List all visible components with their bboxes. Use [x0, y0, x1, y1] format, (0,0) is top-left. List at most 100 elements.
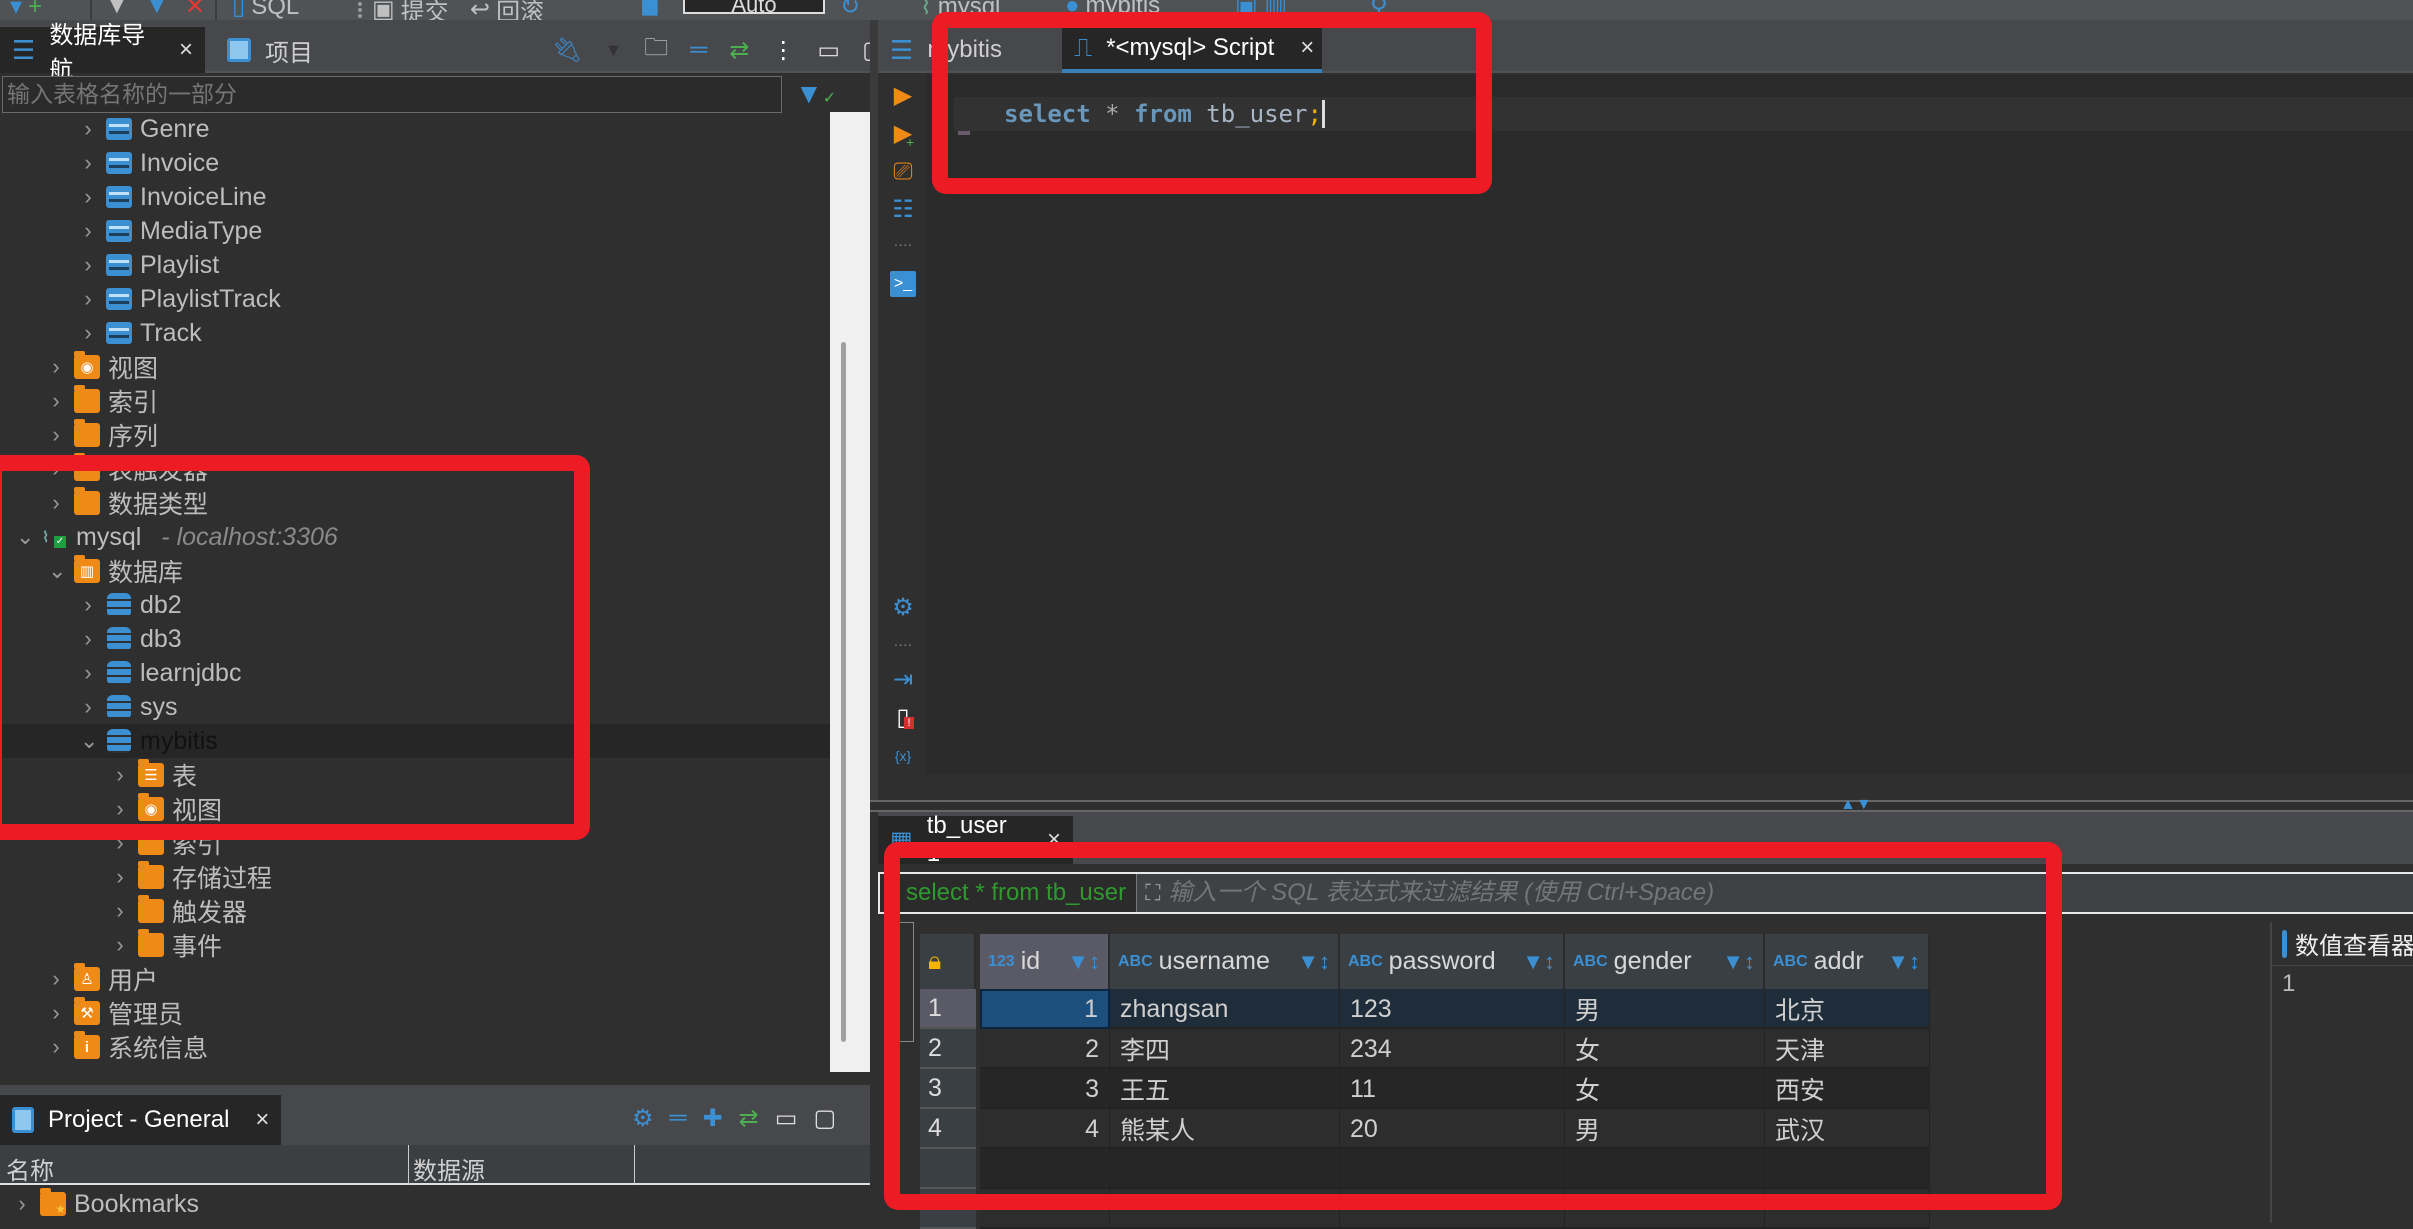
add-icon[interactable]: ✚ [703, 1104, 723, 1133]
minimize-icon[interactable]: ▭ [817, 36, 840, 65]
column-datasource[interactable]: 数据源 [413, 1151, 485, 1186]
tree-item[interactable]: ›触发器 [0, 894, 830, 928]
sql-code-editor[interactable]: select * from tb_user; ◂ [926, 75, 2413, 775]
tree-item[interactable]: ›i系统信息 [0, 1030, 830, 1064]
problems-icon[interactable]: ▯! [890, 705, 916, 731]
tree-item[interactable]: ›PlaylistTrack [0, 282, 830, 316]
table-cell[interactable] [1565, 1189, 1765, 1229]
commit-button[interactable]: ▣提交 [372, 0, 449, 20]
link-with-editor-icon[interactable]: ⇄ [729, 36, 749, 65]
grid-side-panel-toggle[interactable] [886, 922, 914, 1042]
table-cell[interactable]: 李四 [1110, 1029, 1340, 1069]
chevron-down-icon[interactable]: ⌄ [48, 558, 64, 584]
scrollbar-thumb[interactable] [841, 342, 846, 1042]
expand-icon[interactable]: ⛶ [1137, 880, 1168, 906]
row-number[interactable]: 4 [920, 1109, 976, 1149]
filter-sort-icon[interactable]: ▼↕ [1887, 949, 1920, 975]
tree-item[interactable]: ›序列 [0, 418, 830, 452]
table-row[interactable] [980, 1189, 1930, 1229]
column-header-id[interactable]: 123id▼↕ [980, 934, 1110, 989]
chevron-right-icon[interactable]: › [80, 320, 96, 346]
active-connection-selector[interactable]: ⌇mysql [920, 0, 1000, 20]
table-cell[interactable]: 熊某人 [1110, 1109, 1340, 1149]
tab-mybitis[interactable]: ☰ mybitis [878, 27, 1014, 73]
table-cell[interactable] [980, 1189, 1110, 1229]
column-name[interactable]: 名称 [6, 1151, 54, 1186]
export-icon[interactable]: ⇥ [890, 667, 916, 693]
tree-item[interactable]: ⌄mybitis [0, 724, 830, 758]
tab-database-navigator[interactable]: ☰ 数据库导航 × [0, 27, 205, 73]
chevron-right-icon[interactable]: › [80, 116, 96, 142]
table-cell[interactable]: 1 [980, 989, 1110, 1029]
tree-item[interactable]: ›◉视图 [0, 350, 830, 384]
row-number[interactable] [920, 1189, 976, 1229]
new-folder-icon[interactable]: 🗀 [644, 30, 668, 71]
tree-item[interactable]: ⌄▥数据库 [0, 554, 830, 588]
column-header-gender[interactable]: ABCgender▼↕ [1565, 934, 1765, 989]
table-cell[interactable]: 20 [1340, 1109, 1565, 1149]
current-query-label[interactable]: select * from tb_user [880, 874, 1137, 912]
tree-item[interactable]: ›存储过程 [0, 860, 830, 894]
chevron-right-icon[interactable]: › [112, 864, 128, 890]
chevron-right-icon[interactable]: › [48, 966, 64, 992]
tree-item[interactable]: ›Genre [0, 112, 830, 146]
tree-item[interactable]: ›事件 [0, 928, 830, 962]
chevron-right-icon[interactable]: › [48, 456, 64, 482]
column-header-username[interactable]: ABCusername▼↕ [1110, 934, 1340, 989]
tree-item[interactable]: ›♙用户 [0, 962, 830, 996]
table-cell[interactable]: 女 [1565, 1029, 1765, 1069]
sql-editor-button[interactable]: ▯SQL [232, 0, 299, 20]
table-cell[interactable] [1340, 1189, 1565, 1229]
project-item-bookmarks[interactable]: › ★ Bookmarks [0, 1187, 830, 1221]
table-cell[interactable]: 男 [1565, 1109, 1765, 1149]
row-number[interactable]: 1 [920, 989, 976, 1029]
new-connection-icon[interactable]: 🔌︎ [552, 36, 582, 65]
layout-icon[interactable]: ▣ ▥ [1235, 0, 1287, 20]
tree-item[interactable]: ›索引 [0, 384, 830, 418]
transaction-mode-select[interactable]: Auto [683, 0, 825, 14]
filter-sort-icon[interactable]: ▼↕ [1297, 949, 1330, 975]
row-number[interactable] [920, 1149, 976, 1189]
link-icon[interactable]: ⇄ [739, 1104, 759, 1133]
table-cell[interactable]: 3 [980, 1069, 1110, 1109]
minimize-icon[interactable]: ▭ [775, 1104, 798, 1133]
chevron-right-icon[interactable]: › [14, 1191, 30, 1217]
chevron-right-icon[interactable]: › [80, 252, 96, 278]
table-name-filter-input[interactable] [2, 76, 782, 113]
tree-item[interactable]: ›Invoice [0, 146, 830, 180]
tree-item[interactable]: ›⚒管理员 [0, 996, 830, 1030]
chevron-right-icon[interactable]: › [80, 150, 96, 176]
table-row[interactable]: 2李四234女天津 [980, 1029, 1930, 1069]
table-cell[interactable] [1110, 1189, 1340, 1229]
chevron-right-icon[interactable]: › [48, 354, 64, 380]
table-cell[interactable] [1765, 1189, 1930, 1229]
tree-item[interactable]: ›☰表 [0, 758, 830, 792]
filter-sort-icon[interactable]: ▼↕ [1067, 949, 1100, 975]
execute-statement-icon[interactable]: ▶ [890, 83, 916, 109]
explain-plan-icon[interactable]: ☷ [890, 197, 916, 223]
table-cell[interactable] [1565, 1149, 1765, 1189]
execute-script-icon[interactable]: ⎚ [890, 159, 916, 185]
navigator-scrollbar[interactable] [830, 112, 870, 1072]
chevron-right-icon[interactable]: › [48, 422, 64, 448]
table-row[interactable] [980, 1149, 1930, 1189]
tree-item[interactable]: ›数据类型 [0, 486, 830, 520]
row-number[interactable]: 2 [920, 1029, 976, 1069]
chevron-right-icon[interactable]: › [80, 660, 96, 686]
table-row[interactable]: 1zhangsan123男北京 [980, 989, 1930, 1029]
table-cell[interactable]: 天津 [1765, 1029, 1930, 1069]
chevron-right-icon[interactable]: › [48, 388, 64, 414]
variables-icon[interactable]: {x} [890, 743, 916, 769]
close-icon[interactable]: × [255, 1106, 269, 1134]
result-filter-input[interactable] [1169, 879, 2413, 907]
chevron-right-icon[interactable]: › [80, 592, 96, 618]
collapse-all-icon[interactable]: ═ [690, 36, 707, 64]
editor-results-splitter[interactable]: ▲▼ [870, 800, 2413, 812]
tree-item[interactable]: ›◉视图 [0, 792, 830, 826]
filter-sort-icon[interactable]: ▼↕ [1722, 949, 1755, 975]
tab-project-general[interactable]: Project - General × [0, 1095, 281, 1145]
table-cell[interactable]: 234 [1340, 1029, 1565, 1069]
table-cell[interactable] [1340, 1149, 1565, 1189]
table-cell[interactable]: zhangsan [1110, 989, 1340, 1029]
tree-item[interactable]: ›db3 [0, 622, 830, 656]
